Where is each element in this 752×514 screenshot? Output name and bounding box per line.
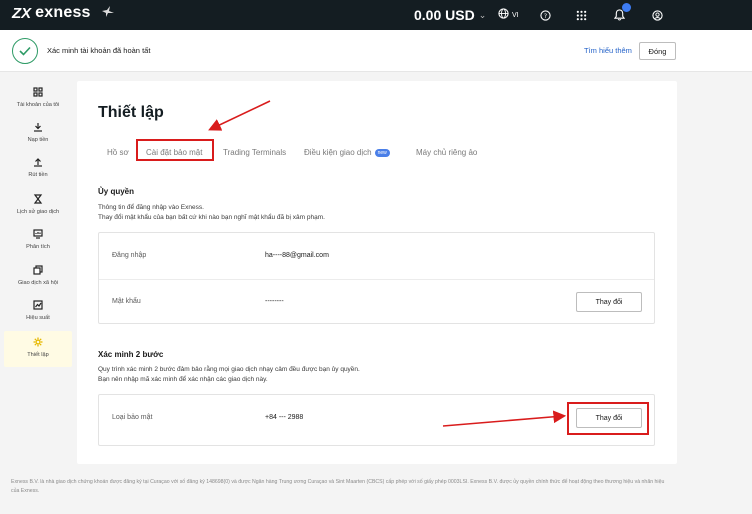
change-password-button[interactable]: Thay đổi <box>576 292 642 312</box>
tab-label: Điều kiện giao dịch <box>304 148 372 157</box>
tab-virtual-private-server[interactable]: Máy chủ riêng ảo <box>416 148 477 157</box>
analytics-icon <box>33 229 43 242</box>
check-circle-icon <box>12 38 38 64</box>
twofa-section-description: Quy trình xác minh 2 bước đảm bảo rằng m… <box>98 365 618 384</box>
learn-more-link[interactable]: Tìm hiểu thêm <box>584 46 632 55</box>
password-label: Mật khẩu <box>112 298 141 305</box>
page-title: Thiết lập <box>98 104 164 121</box>
annotation-box-security-tab <box>136 139 214 161</box>
sidebar-item-label: Lịch sử giao dịch <box>16 209 60 215</box>
language-selector[interactable]: VI <box>498 6 519 24</box>
sidebar-item-label: Phân tích <box>26 244 50 250</box>
balance-selector[interactable]: 0.00 USD ⌄ <box>414 7 486 23</box>
close-banner-button[interactable]: Đóng <box>639 42 676 60</box>
auth-section-title: Ủy quyền <box>98 187 135 196</box>
tab-trading-terminals[interactable]: Trading Terminals <box>223 148 286 157</box>
help-icon[interactable]: ? <box>538 6 552 24</box>
language-label: VI <box>512 11 519 19</box>
bird-icon <box>101 5 115 21</box>
twofa-desc-line-2: Bạn nên nhập mã xác minh để xác nhận các… <box>98 375 268 383</box>
upload-icon <box>33 157 43 170</box>
login-label: Đăng nhập <box>112 252 147 259</box>
sidebar-item-settings[interactable]: Thiết lập <box>4 331 72 367</box>
new-badge: new <box>374 149 390 157</box>
verification-message: Xác minh tài khoản đã hoàn tất <box>47 46 151 55</box>
sidebar-item-label: Rút tiền <box>28 172 48 178</box>
footer-disclaimer: Exness B.V. là nhà giao dịch chứng khoán… <box>11 479 665 494</box>
sidebar-item-analytics[interactable]: Phân tích <box>4 229 72 259</box>
hourglass-icon <box>33 194 43 207</box>
annotation-box-change-button <box>567 402 649 435</box>
grid-icon <box>33 87 43 100</box>
sidebar-item-history[interactable]: Lịch sử giao dịch <box>4 194 72 224</box>
row-divider <box>99 279 654 280</box>
sidebar-item-label: Thiết lập <box>27 352 49 358</box>
login-value: ha----88@gmail.com <box>265 252 329 259</box>
security-type-value: +84 --- 2988 <box>265 414 304 421</box>
sidebar-item-label: Hiệu suất <box>26 315 50 321</box>
social-icon <box>33 265 43 278</box>
top-bar: ZX exness 0.00 USD ⌄ VI ? <box>0 0 752 30</box>
security-type-label: Loại bảo mật <box>112 414 153 421</box>
auth-box: Đăng nhập ha----88@gmail.com Mật khẩu --… <box>98 232 655 324</box>
chevron-down-icon: ⌄ <box>478 9 487 20</box>
notification-bell-icon[interactable] <box>612 3 631 24</box>
sidebar-item-my-accounts[interactable]: Tài khoản của tôi <box>4 87 72 117</box>
svg-text:?: ? <box>543 11 546 19</box>
auth-desc-line-1: Thông tin để đăng nhập vào Exness. <box>98 204 204 211</box>
download-icon <box>33 122 43 135</box>
auth-desc-line-2: Thay đổi mật khẩu của bạn bất cứ khi nào… <box>98 213 325 221</box>
twofa-desc-line-1: Quy trình xác minh 2 bước đảm bảo rằng m… <box>98 366 360 373</box>
auth-section-description: Thông tin để đăng nhập vào Exness. Thay … <box>98 203 618 222</box>
sidebar-item-social-trading[interactable]: Giao dịch xã hội <box>4 265 72 295</box>
apps-grid-icon[interactable] <box>574 6 588 24</box>
sidebar-item-label: Nạp tiền <box>27 137 49 143</box>
notification-badge <box>622 3 631 12</box>
logo-text: exness <box>35 4 91 21</box>
sidebar-item-label: Tài khoản của tôi <box>16 102 60 108</box>
logo-mark: ZX <box>12 4 32 22</box>
performance-icon <box>33 300 43 313</box>
password-value: -------- <box>265 298 284 305</box>
twofa-section-title: Xác minh 2 bước <box>98 350 164 359</box>
verification-banner: Xác minh tài khoản đã hoàn tất Tìm hiểu … <box>0 30 752 72</box>
settings-icon <box>33 337 43 350</box>
sidebar-item-deposit[interactable]: Nạp tiền <box>4 122 72 152</box>
globe-icon <box>498 8 509 22</box>
sidebar-item-withdraw[interactable]: Rút tiền <box>4 157 72 187</box>
sidebar-item-performance[interactable]: Hiệu suất <box>4 300 72 330</box>
sidebar-item-label: Giao dịch xã hội <box>17 280 59 286</box>
tab-profile[interactable]: Hồ sơ <box>107 148 129 157</box>
sidebar: Tài khoản của tôi Nạp tiền Rút tiền Lịch… <box>0 73 77 373</box>
exness-logo[interactable]: ZX exness <box>12 4 115 22</box>
tab-trading-conditions[interactable]: Điều kiện giao dịch new <box>304 148 390 157</box>
profile-icon[interactable] <box>650 6 664 24</box>
balance-value: 0.00 USD <box>414 7 475 23</box>
